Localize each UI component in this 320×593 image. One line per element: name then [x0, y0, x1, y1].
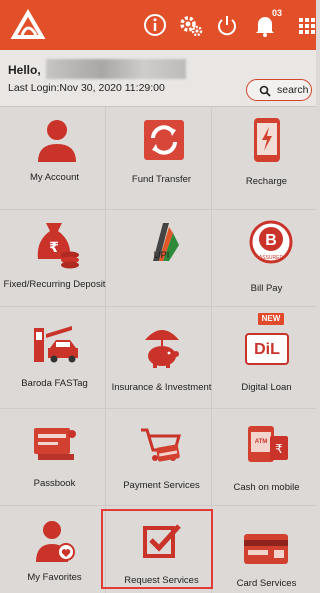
- grid-divider: [0, 209, 316, 210]
- deposit-icon: ₹: [37, 223, 79, 269]
- service-tile-card-services[interactable]: Card Services: [214, 512, 319, 592]
- service-tile-passbook[interactable]: Passbook: [2, 414, 107, 502]
- service-label: Card Services: [236, 578, 297, 589]
- favorites-icon: [36, 521, 75, 562]
- service-label: My Favorites: [27, 572, 82, 583]
- service-tile-digital-loan[interactable]: DiL Digital Loan: [214, 318, 319, 406]
- service-tile-recharge[interactable]: Recharge: [214, 112, 319, 207]
- grid-divider: [0, 408, 316, 409]
- rupee-symbol: ₹: [275, 442, 283, 456]
- service-label: Baroda FASTag: [21, 378, 88, 389]
- service-tile-payment-services[interactable]: Payment Services: [109, 414, 214, 502]
- service-tile-bill-pay[interactable]: B ASSURED Bill Pay: [214, 215, 319, 305]
- masked-username: [46, 59, 186, 79]
- search-icon: [259, 85, 271, 97]
- atm-text: ATM: [255, 439, 268, 445]
- service-tile-my-favorites[interactable]: My Favorites: [2, 512, 107, 592]
- bill-pay-icon: B ASSURED: [249, 220, 293, 264]
- power-icon[interactable]: [214, 12, 240, 38]
- account-icon: [38, 120, 76, 162]
- service-tile-my-account[interactable]: My Account: [2, 112, 107, 207]
- service-label: Digital Loan: [241, 382, 292, 393]
- service-label: Fixed/Recurring Deposit: [3, 279, 106, 290]
- card-services-icon: [244, 534, 288, 564]
- grid-divider: [0, 306, 316, 307]
- payment-services-icon: [141, 428, 181, 462]
- last-login: Last Login:Nov 30, 2020 11:29:00: [8, 82, 165, 94]
- greeting: Hello,: [8, 63, 41, 77]
- digital-loan-icon: DiL: [245, 333, 289, 365]
- service-tile-insurance[interactable]: Insurance & Investment: [109, 318, 214, 406]
- service-tile-upi[interactable]: UPI: [109, 215, 214, 305]
- service-tile-fund-transfer[interactable]: Fund Transfer: [109, 112, 214, 207]
- service-label: Insurance & Investment: [111, 382, 212, 393]
- service-tile-fastag[interactable]: Baroda FASTag: [2, 318, 107, 406]
- bill-pay-assured: ASSURED: [259, 255, 284, 261]
- service-label: Recharge: [245, 176, 288, 187]
- fastag-icon: [34, 326, 78, 363]
- service-tile-deposit[interactable]: ₹ Fixed/Recurring Deposit: [2, 215, 107, 305]
- rupee-symbol: ₹: [49, 240, 59, 256]
- passbook-icon: [34, 428, 76, 460]
- bank-logo-icon[interactable]: [10, 7, 46, 43]
- fund-transfer-icon: [144, 120, 184, 160]
- service-label: Passbook: [33, 478, 76, 489]
- service-label: Fund Transfer: [131, 174, 192, 185]
- info-icon[interactable]: [142, 12, 168, 38]
- new-badge: NEW: [258, 313, 284, 325]
- recharge-icon: [254, 118, 280, 162]
- search-button[interactable]: search: [246, 79, 312, 101]
- user-header: Hello, Last Login:Nov 30, 2020 11:29:00 …: [0, 50, 316, 107]
- grid-menu-icon[interactable]: [296, 12, 316, 38]
- service-label: Cash on mobile: [233, 482, 300, 493]
- service-label: UPI: [153, 250, 170, 261]
- bill-pay-letter: B: [265, 232, 277, 249]
- grid-divider: [0, 505, 316, 506]
- insurance-icon: [145, 330, 179, 368]
- search-label: search: [277, 84, 309, 96]
- digital-loan-logo: DiL: [254, 341, 280, 358]
- service-label: Payment Services: [123, 480, 200, 491]
- request-services-highlight: [101, 509, 213, 589]
- notification-badge: 03: [272, 8, 283, 18]
- gears-icon[interactable]: [178, 12, 204, 38]
- top-bar: 03: [0, 0, 316, 50]
- service-label: My Account: [29, 172, 80, 183]
- cash-on-mobile-icon: ATM ₹: [248, 426, 288, 462]
- service-tile-cash-on-mobile[interactable]: ATM ₹ Cash on mobile: [214, 414, 319, 502]
- service-label: Bill Pay: [250, 283, 283, 294]
